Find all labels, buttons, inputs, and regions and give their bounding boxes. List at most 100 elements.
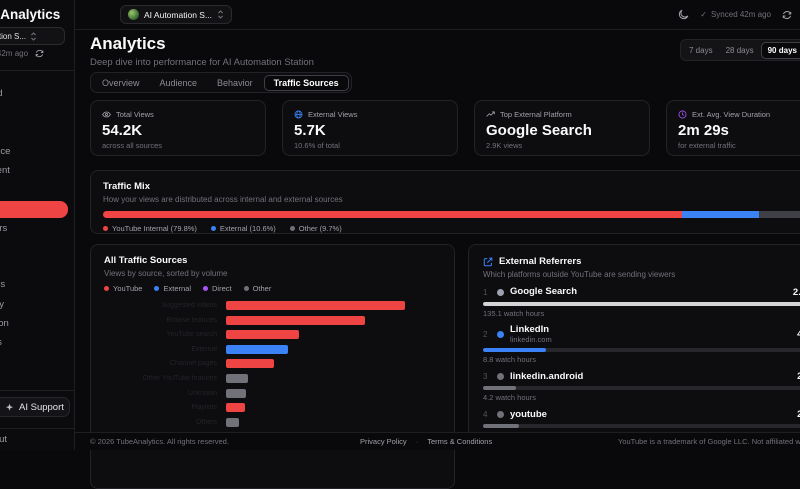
- external-referrers-title: External Referrers: [499, 256, 582, 267]
- bar-playlists: [226, 403, 245, 413]
- sidebar-item-comments[interactable]: Comments: [0, 333, 74, 352]
- footer: © 2026 TubeAnalytics. All rights reserve…: [75, 432, 800, 450]
- chart-row-external: External: [104, 344, 441, 354]
- legend-other: Other: [243, 284, 271, 293]
- referrer-views: 2.9K: [792, 287, 800, 298]
- sidebar-channel-selector[interactable]: AI Automation S...: [0, 27, 65, 45]
- referrer-row-header: 2LinkedInlinkedin.com429: [483, 324, 800, 344]
- bar-external: [226, 344, 288, 354]
- favicon-dot: [497, 373, 504, 381]
- referrer-progress-track: [483, 348, 800, 353]
- channel-selector[interactable]: AI Automation S...: [120, 5, 233, 24]
- referrer-progress-track: [483, 424, 800, 429]
- external-referrers-panel: External Referrers Which platforms outsi…: [468, 244, 800, 440]
- traffic-mix-panel: Traffic Mix How your views are distribut…: [90, 170, 800, 234]
- chart-row-other-youtube-features: Other YouTube features: [104, 373, 441, 383]
- legend-dot: [104, 286, 109, 291]
- main-content: Analytics Deep dive into performance for…: [75, 30, 800, 489]
- sidebar-item-scripts[interactable]: Scripts: [0, 352, 74, 371]
- referrer-row-google-search[interactable]: 1 Google Search 2.9K 135.1 watch hours: [483, 286, 800, 318]
- sidebar-item-analytics[interactable]: Analytics: [0, 200, 68, 218]
- sidebar-item-logout[interactable]: Logout: [0, 434, 7, 445]
- range-7-days[interactable]: 7 days: [683, 42, 719, 59]
- topbar: AI Automation S... ✓ Synced 42m ago: [75, 0, 800, 30]
- stat-sub: 2.9K views: [486, 141, 523, 150]
- bar-other-youtube-features: [226, 373, 248, 383]
- external-link-icon: [483, 257, 493, 266]
- globe-icon: [294, 110, 303, 119]
- terms-link[interactable]: Terms & Conditions: [427, 437, 492, 446]
- external-referrers-subtitle: Which platforms outside YouTube are send…: [483, 270, 676, 279]
- sidebar-item-ideas[interactable]: Ideas: [0, 372, 74, 391]
- sidebar-item-community[interactable]: Community: [0, 295, 74, 314]
- chart-row-browse-features: Browse features: [104, 315, 441, 325]
- sidebar-item-optimization[interactable]: Optimization: [0, 314, 74, 333]
- legend-other: Other (9.7%): [289, 224, 342, 233]
- legend-external: External (10.6%): [210, 224, 276, 233]
- range-90-days[interactable]: 90 days: [760, 41, 800, 59]
- stat-card-header: External Views: [294, 110, 446, 119]
- chart-row-label: Playlists: [191, 404, 217, 412]
- sparkles-icon: [5, 403, 14, 411]
- chart-row-label: External: [191, 345, 217, 353]
- sidebar-item-engagement[interactable]: Engagement: [0, 161, 74, 180]
- chart-row-unknown: Unknown: [104, 388, 441, 398]
- legend-youtube: YouTube: [104, 284, 142, 293]
- referrer-row-header: 4youtube272: [483, 408, 800, 421]
- traffic-sources-subtitle: Views by source, sorted by volume: [104, 269, 228, 278]
- legend-dot: [103, 226, 108, 231]
- stat-sub: for external traffic: [678, 141, 736, 150]
- referrer-name: linkedin.android: [510, 370, 584, 382]
- stat-card-top-external-platform: Top External Platform Google Search 2.9K v…: [474, 100, 650, 156]
- tab-traffic-sources[interactable]: Traffic Sources: [263, 74, 349, 91]
- referrer-row-linkedin[interactable]: 2LinkedInlinkedin.com4298.8 watch hours: [483, 324, 800, 364]
- chart-row-youtube-search: YouTube search: [104, 330, 441, 340]
- stat-card-header: Top External Platform: [486, 110, 638, 119]
- refresh-icon[interactable]: [782, 10, 792, 20]
- tab-overview[interactable]: Overview: [93, 75, 149, 91]
- moon-icon[interactable]: [678, 9, 689, 20]
- logout-label: Logout: [0, 434, 8, 445]
- referrer-rank: 4: [483, 410, 488, 420]
- sidebar-item-calendar[interactable]: Calendar: [0, 180, 74, 199]
- sidebar-item-competitors[interactable]: Competitors: [0, 219, 74, 238]
- referrer-row-linkedin-android[interactable]: 3linkedin.android2764.2 watch hours: [483, 371, 800, 402]
- privacy-policy-link[interactable]: Privacy Policy: [360, 437, 407, 446]
- referrer-name: LinkedIn: [510, 324, 550, 335]
- traffic-sources-legend: YouTube External Direct Other: [104, 284, 441, 293]
- sidebar-item-ai-support[interactable]: AI Support: [0, 397, 70, 417]
- footer-links: Privacy Policy · Terms & Conditions: [360, 437, 492, 446]
- sidebar-item-performance[interactable]: Performance: [0, 142, 74, 161]
- referrer-name: youtube: [510, 408, 547, 420]
- stat-value: 54.2K: [102, 122, 143, 139]
- trademark-text: YouTube is a trademark of Google LLC. No…: [618, 437, 800, 446]
- chart-row-label: Unknown: [187, 389, 217, 397]
- stat-label: Top External Platform: [500, 110, 572, 119]
- referrer-row-header: 1 Google Search 2.9K: [483, 286, 800, 298]
- clock-icon: [678, 110, 687, 119]
- legend-dot: [210, 226, 216, 231]
- tab-behavior[interactable]: Behavior: [208, 75, 262, 91]
- legend-label: YouTube Internal (79.8%): [112, 224, 197, 233]
- chart-row-label: Channel pages: [169, 360, 217, 368]
- range-28-days[interactable]: 28 days: [720, 42, 760, 59]
- traffic-sources-chart: Suggested videos Browse features YouTube s…: [104, 301, 441, 442]
- sidebar-item-videos[interactable]: Videos: [0, 123, 74, 142]
- sidebar-item-dashboard[interactable]: Dashboard: [0, 84, 74, 103]
- mix-segment-external: [681, 211, 759, 218]
- tab-audience[interactable]: Audience: [151, 75, 207, 91]
- sidebar-item-content[interactable]: Content: [0, 256, 74, 275]
- legend-label: YouTube: [113, 284, 143, 293]
- mix-segment-youtube-internal: [103, 211, 682, 218]
- ai-support-label: AI Support: [19, 401, 64, 413]
- chart-row-label: Suggested videos: [161, 302, 217, 309]
- sidebar-item-audience[interactable]: Audience: [0, 103, 74, 122]
- sidebar-item-thumbnails[interactable]: Thumbnails: [0, 275, 74, 294]
- legend-label: External (10.6%): [219, 224, 276, 233]
- app-logo: TubeAnalytics: [0, 7, 61, 22]
- refresh-icon[interactable]: [35, 49, 44, 58]
- legend-dot: [243, 286, 249, 291]
- date-range-selector: 7 days28 days90 days1 year: [680, 39, 800, 61]
- trending-up-icon: [486, 110, 495, 119]
- topbar-actions: ✓ Synced 42m ago: [678, 9, 792, 20]
